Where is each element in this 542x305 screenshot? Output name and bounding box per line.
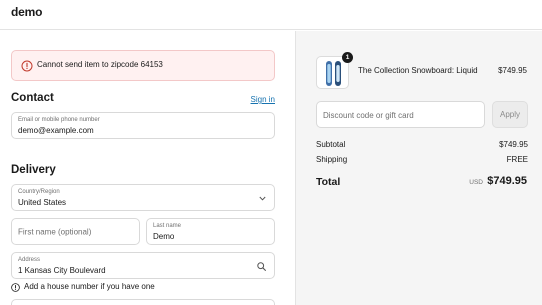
quantity-badge: 1 <box>342 52 353 63</box>
subtotal-value: $749.95 <box>499 140 528 149</box>
first-name-field[interactable]: First name (optional) <box>11 218 140 245</box>
error-message: Cannot send item to zipcode 64153 <box>37 60 163 69</box>
email-label: Email or mobile phone number <box>18 117 100 123</box>
header: demo <box>0 0 542 30</box>
country-value: United States <box>18 198 67 207</box>
last-name-label: Last name <box>153 223 182 229</box>
country-label: Country/Region <box>18 189 60 195</box>
country-select[interactable]: Country/Region United States <box>11 184 275 211</box>
address-hint-text: Add a house number if you have one <box>24 282 155 291</box>
first-name-placeholder: First name (optional) <box>18 227 92 236</box>
shipping-label: Shipping <box>316 155 348 164</box>
total-currency: USD <box>469 179 483 186</box>
discount-placeholder: Discount code or gift card <box>323 111 414 120</box>
email-field[interactable]: Email or mobile phone number demo@exampl… <box>11 112 275 139</box>
total-label: Total <box>316 176 341 188</box>
apply-button[interactable]: Apply <box>492 101 528 128</box>
store-logo[interactable]: demo <box>11 5 42 19</box>
checkout-form: Cannot send item to zipcode 64153 Contac… <box>0 31 295 305</box>
product-name: The Collection Snowboard: Liquid <box>358 66 478 75</box>
shipping-value: FREE <box>506 155 528 164</box>
subtotal-label: Subtotal <box>316 140 346 149</box>
last-name-field[interactable]: Last name Demo <box>146 218 275 245</box>
last-name-value: Demo <box>153 232 175 241</box>
search-icon <box>257 262 266 271</box>
contact-title: Contact <box>11 92 54 104</box>
email-value: demo@example.com <box>18 126 94 135</box>
discount-input[interactable]: Discount code or gift card <box>316 101 485 128</box>
chevron-down-icon <box>259 196 266 201</box>
address-value: 1 Kansas City Boulevard <box>18 266 106 275</box>
delivery-title: Delivery <box>11 164 56 176</box>
address-field[interactable]: Address 1 Kansas City Boulevard <box>11 252 275 279</box>
total-amount: $749.95 <box>487 175 527 187</box>
order-summary: 1 The Collection Snowboard: Liquid $749.… <box>295 31 542 305</box>
next-field-partial[interactable] <box>11 299 275 305</box>
info-circle-icon <box>11 283 20 292</box>
sign-in-link[interactable]: Sign in <box>251 95 275 104</box>
address-label: Address <box>18 257 41 263</box>
alert-circle-icon <box>21 60 33 72</box>
error-banner: Cannot send item to zipcode 64153 <box>11 50 275 81</box>
product-price: $749.95 <box>498 66 527 75</box>
